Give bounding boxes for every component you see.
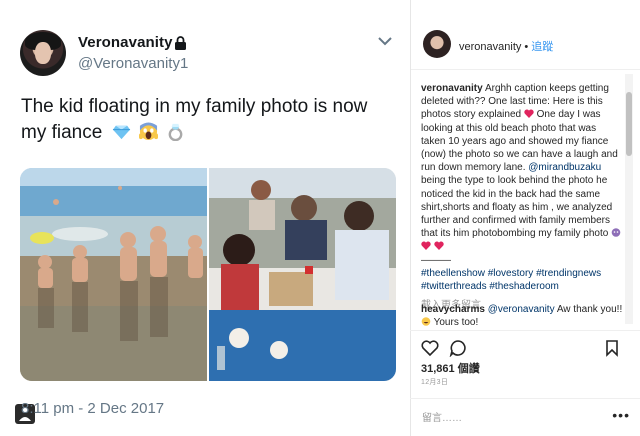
ig-header-user: veronavanity • 追蹤 xyxy=(459,38,553,54)
comment-username[interactable]: heavycharms xyxy=(421,304,485,315)
add-comment-input[interactable]: 留言…… xyxy=(422,409,462,424)
tweet-text: The kid floating in my family photo is n… xyxy=(21,94,391,146)
proposal-photo[interactable] xyxy=(209,168,396,381)
ig-separator: • xyxy=(524,41,529,53)
gem-icon xyxy=(112,125,130,140)
chevron-down-icon[interactable] xyxy=(378,36,392,46)
follow-button[interactable]: 追蹤 xyxy=(531,41,553,53)
screaming-face-icon xyxy=(138,122,158,141)
red-heart-icon xyxy=(434,241,444,251)
ghost-face-icon xyxy=(611,228,621,238)
ig-action-bar xyxy=(410,330,640,360)
comment-text: Aw thank you!! xyxy=(556,304,623,315)
tweet-card: Veronavanity @Veronavanity1 The kid floa… xyxy=(0,0,409,436)
tweet-timestamp[interactable]: 8:11 pm - 2 Dec 2017 xyxy=(21,400,164,417)
display-name[interactable]: Veronavanity xyxy=(78,34,173,51)
ig-username[interactable]: veronavanity xyxy=(459,41,521,53)
ig-add-comment: 留言…… ••• xyxy=(410,398,640,436)
caption-username[interactable]: veronavanity xyxy=(421,83,483,94)
user-handle[interactable]: @Veronavanity1 xyxy=(78,55,188,72)
beach-photo[interactable] xyxy=(20,168,207,381)
ig-scrollbar-thumb[interactable] xyxy=(626,92,632,156)
ig-likes-count[interactable]: 31,861 個讚 xyxy=(421,360,480,376)
bookmark-icon[interactable] xyxy=(603,339,621,357)
avatar-face xyxy=(35,42,51,64)
ring-icon xyxy=(168,123,183,141)
ig-header: veronavanity • 追蹤 xyxy=(411,18,640,70)
hashtags-link[interactable]: #theellenshow #lovestory #trendingnews #… xyxy=(421,268,601,292)
caption-text-3: being the type to look behind the photo … xyxy=(421,175,613,240)
profile-avatar[interactable] xyxy=(20,30,66,76)
like-heart-icon[interactable] xyxy=(421,339,439,357)
ig-post-date: 12月3日 xyxy=(421,379,449,386)
mention-link[interactable]: @mirandbuzaku xyxy=(528,162,601,173)
red-heart-icon xyxy=(421,241,431,251)
tweet-text-body: The kid floating in my family photo is n… xyxy=(21,96,368,144)
ig-avatar[interactable] xyxy=(423,30,451,58)
emoji-group xyxy=(112,120,189,146)
ig-comment: heavycharms @veronavanity Aw thank you!!… xyxy=(421,303,626,329)
comment-text-2: Yours too! xyxy=(433,317,479,329)
comment-icon[interactable] xyxy=(449,339,467,357)
grinning-face-icon xyxy=(421,317,431,327)
more-options-icon[interactable]: ••• xyxy=(612,407,630,423)
red-heart-icon xyxy=(524,109,534,119)
proposal-photo-illustration xyxy=(209,168,396,381)
lock-icon xyxy=(175,36,186,50)
beach-photo-illustration xyxy=(20,168,207,381)
comment-mention[interactable]: @veronavanity xyxy=(488,304,555,315)
caption-dashes: ——— xyxy=(421,254,451,266)
ig-caption: veronavanity Arghh caption keeps getting… xyxy=(421,82,623,312)
